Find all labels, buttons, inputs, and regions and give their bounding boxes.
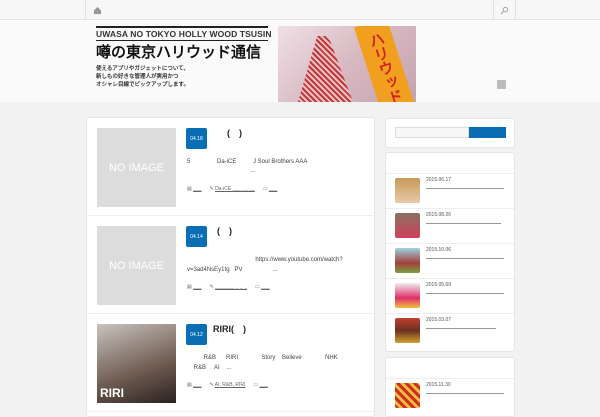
logo-english: UWASA NO TOKYO HOLLY WOOD TSUSIN	[96, 26, 271, 41]
post-excerpt: https://www.youtube.com/watch?	[187, 257, 343, 263]
search-icon	[500, 6, 509, 14]
header-banner: ハリウッド	[278, 26, 416, 102]
post-excerpt: ...	[187, 168, 256, 174]
post-title-line	[426, 293, 504, 294]
tagline-line: 新しもの好きな管理人が実用かつ	[96, 74, 179, 80]
category-link[interactable]: ___	[193, 284, 201, 290]
home-icon	[93, 6, 101, 14]
date-badge: 04.12	[186, 324, 207, 345]
post-date: 2015.05.09	[426, 282, 452, 288]
search-input[interactable]	[395, 127, 469, 138]
tokyo-tower-image	[298, 36, 353, 102]
home-button[interactable]	[86, 0, 108, 20]
post-item: RIRI 04.12 RIRI( ) R&B RIRI Story Believ…	[87, 314, 376, 412]
post-title-line	[426, 328, 496, 329]
date-badge: 04.18	[186, 128, 207, 149]
sidebar-post[interactable]: 2015.06.17	[386, 173, 514, 208]
rss-icon[interactable]	[497, 80, 506, 89]
sidebar-thumbnail	[395, 318, 420, 343]
logo-tagline: 使えるアプリやガジェットについて、 新しもの好きな管理人が実用かつ オシャレ目線…	[96, 65, 268, 89]
sidebar-thumbnail	[395, 213, 420, 238]
date-badge: 04.14	[186, 226, 207, 247]
sidebar-post[interactable]: 2015.10.06	[386, 243, 514, 278]
recent-posts-widget: 2015.11.30	[385, 357, 515, 417]
site-logo[interactable]: UWASA NO TOKYO HOLLY WOOD TSUSIN 噂の東京ハリウ…	[96, 26, 271, 89]
post-meta: ▤ ___ ✎ AI, R&B, RIRI ▭ ___	[187, 382, 268, 388]
tagline-line: 使えるアプリやガジェットについて、	[96, 66, 189, 72]
post-item: NO IMAGE 04.14 ( ) https://www.youtube.c…	[87, 216, 376, 314]
category-link[interactable]: ___	[193, 186, 201, 192]
post-title-line	[426, 223, 501, 224]
post-list: NO IMAGE 04.18 ( ) 5 Da-iCE J Soul Broth…	[86, 117, 376, 417]
comment-link[interactable]: ___	[261, 284, 269, 290]
tag-links[interactable]: AI, R&B, RIRI	[215, 382, 246, 388]
post-date: 2015.10.06	[426, 247, 452, 253]
post-title[interactable]: ( )	[227, 126, 242, 139]
comment-link[interactable]: ___	[259, 382, 267, 388]
site-header: UWASA NO TOKYO HOLLY WOOD TSUSIN 噂の東京ハリウ…	[0, 20, 600, 102]
widget-header	[386, 358, 514, 378]
category-link[interactable]: ___	[193, 382, 201, 388]
post-meta: ▤ ___ ✎ Da-iCE ___ __ __ ▭ ___	[187, 186, 278, 192]
post-title-line	[426, 258, 504, 259]
search-widget	[385, 118, 515, 148]
post-title-line	[426, 393, 504, 394]
post-title-line	[426, 188, 504, 189]
post-title[interactable]: RIRI( )	[213, 322, 246, 335]
post-date: 2015.06.17	[426, 177, 452, 183]
search-button[interactable]	[493, 0, 515, 20]
post-title[interactable]: ( )	[217, 224, 232, 237]
sidebar-post[interactable]: 2015.11.30	[386, 378, 514, 413]
sidebar-thumbnail	[395, 383, 420, 408]
post-excerpt: v=3ad4NsEy1tg PV ...	[187, 267, 278, 273]
post-item: NO IMAGE 04.18 ( ) 5 Da-iCE J Soul Broth…	[87, 118, 376, 216]
post-excerpt: R&B RIRI Story Believe NHK	[187, 355, 338, 361]
sidebar-thumbnail	[395, 283, 420, 308]
banner-text: ハリウッド	[353, 26, 416, 102]
sidebar-thumbnail	[395, 178, 420, 203]
popular-posts-widget: 2015.06.17 2015.08.26 2015.10.06 2015.05…	[385, 152, 515, 352]
post-excerpt: 5 Da-iCE J Soul Brothers AAA	[187, 159, 308, 165]
post-thumbnail[interactable]: NO IMAGE	[97, 226, 176, 305]
post-date: 2015.08.26	[426, 212, 452, 218]
post-date: 2015.11.30	[426, 382, 451, 388]
widget-header	[386, 153, 514, 173]
sidebar-thumbnail	[395, 248, 420, 273]
tag-links[interactable]: Da-iCE ___ __ __	[215, 186, 255, 192]
post-thumbnail[interactable]: RIRI	[97, 324, 176, 403]
top-nav-bar	[0, 0, 600, 20]
post-meta: ▤ ___ ✎ _______ _ _ _ ▭ ___	[187, 284, 270, 290]
logo-japanese: 噂の東京ハリウッド通信	[96, 44, 262, 61]
thumbnail-caption: RIRI	[100, 386, 124, 400]
tag-links[interactable]: _______ _ _ _	[215, 284, 247, 290]
sidebar-post[interactable]: 2015.05.09	[386, 278, 514, 313]
sidebar-post[interactable]: 2015.03.07	[386, 313, 514, 348]
post-date: 2015.03.07	[426, 317, 452, 323]
post-excerpt: R&B AI ...	[187, 365, 232, 371]
sidebar-post[interactable]: 2015.08.26	[386, 208, 514, 243]
post-thumbnail[interactable]: NO IMAGE	[97, 128, 176, 207]
tagline-line: オシャレ目線でピックアップします。	[96, 82, 189, 88]
comment-link[interactable]: ___	[269, 186, 277, 192]
search-submit-button[interactable]	[469, 127, 506, 138]
